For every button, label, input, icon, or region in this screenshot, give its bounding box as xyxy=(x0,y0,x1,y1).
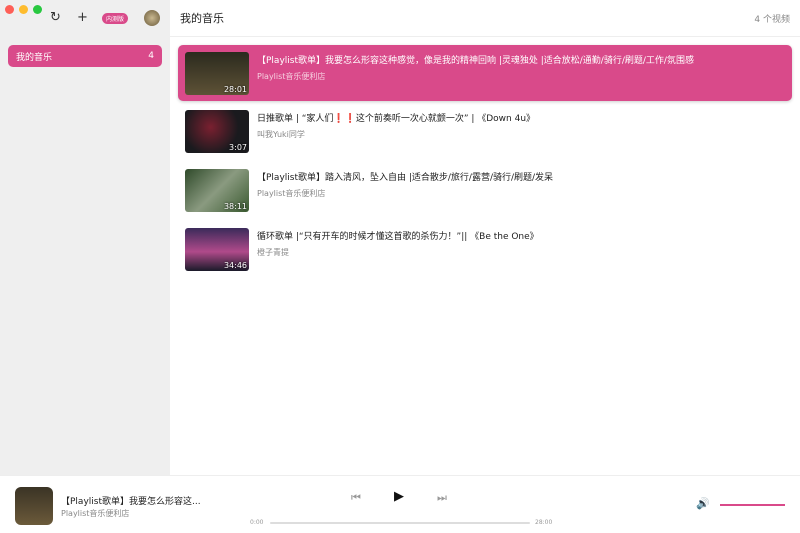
play-icon[interactable]: ▶ xyxy=(394,489,404,504)
sidebar: ↻ + 内测版 我的音乐 4 xyxy=(0,0,170,475)
video-title: 循环歌单 |“只有开车的时候才懂这首歌的杀伤力！”|| 《Be the One》 xyxy=(257,232,539,242)
video-title: 【Playlist歌单】踏入清风，坠入自由 |适合散步/旅行/露营/骑行/刷题/… xyxy=(257,173,554,183)
duration: 34:46 xyxy=(223,261,247,270)
player-bar: 【Playlist歌单】我要怎么形容这... Playlist音乐便利店 ⏮ ▶… xyxy=(0,475,800,533)
window-controls xyxy=(5,5,42,14)
video-thumbnail: 28:01 xyxy=(185,52,249,95)
video-count: 4 个视频 xyxy=(754,14,790,25)
video-thumbnail: 38:11 xyxy=(185,169,249,212)
video-title: 日推歌单 | “家人们❗❗这个前奏听一次心就颤一次” | 《Down 4u》 xyxy=(257,114,536,124)
video-thumbnail: 3:07 xyxy=(185,110,249,153)
refresh-icon[interactable]: ↻ xyxy=(50,10,61,25)
maximize-window-button[interactable] xyxy=(33,5,42,14)
video-row[interactable]: 34:46 循环歌单 |“只有开车的时候才懂这首歌的杀伤力！”|| 《Be th… xyxy=(178,221,792,277)
video-thumbnail: 34:46 xyxy=(185,228,249,271)
channel-name: 叫我Yuki同学 xyxy=(257,130,305,139)
minimize-window-button[interactable] xyxy=(19,5,28,14)
close-window-button[interactable] xyxy=(5,5,14,14)
now-playing-thumbnail xyxy=(15,487,53,525)
video-row[interactable]: 28:01 【Playlist歌单】我要怎么形容这种感觉，像是我的精神回响 |灵… xyxy=(178,45,792,101)
avatar[interactable] xyxy=(144,10,160,26)
sidebar-item-count: 4 xyxy=(148,51,154,61)
now-playing-title: 【Playlist歌单】我要怎么形容这... xyxy=(61,497,201,507)
channel-name: Playlist音乐便利店 xyxy=(257,72,326,81)
header: 我的音乐 4 个视频 xyxy=(170,0,800,37)
sidebar-item-my-music[interactable]: 我的音乐 4 xyxy=(8,45,162,67)
duration: 3:07 xyxy=(229,143,247,152)
duration: 28:01 xyxy=(223,85,247,94)
now-playing-channel: Playlist音乐便利店 xyxy=(61,509,130,518)
sidebar-item-label: 我的音乐 xyxy=(16,52,53,63)
page-title: 我的音乐 xyxy=(180,12,224,25)
volume-icon[interactable]: 🔊 xyxy=(696,497,710,510)
video-title: 【Playlist歌单】我要怎么形容这种感觉，像是我的精神回响 |灵魂独处 |适… xyxy=(257,56,694,66)
next-icon[interactable]: ⏭ xyxy=(437,491,447,505)
video-row[interactable]: 3:07 日推歌单 | “家人们❗❗这个前奏听一次心就颤一次” | 《Down … xyxy=(178,103,792,159)
volume-slider[interactable] xyxy=(720,504,785,506)
channel-name: Playlist音乐便利店 xyxy=(257,189,326,198)
channel-name: 橙子青提 xyxy=(257,248,289,257)
progress-slider[interactable] xyxy=(270,522,530,524)
duration: 38:11 xyxy=(223,202,247,211)
total-time: 28:00 xyxy=(535,519,553,526)
current-time: 0:00 xyxy=(250,519,264,526)
beta-badge: 内测版 xyxy=(102,13,129,24)
add-icon[interactable]: + xyxy=(77,10,88,25)
previous-icon[interactable]: ⏮ xyxy=(351,491,361,505)
video-row[interactable]: 38:11 【Playlist歌单】踏入清风，坠入自由 |适合散步/旅行/露营/… xyxy=(178,162,792,218)
